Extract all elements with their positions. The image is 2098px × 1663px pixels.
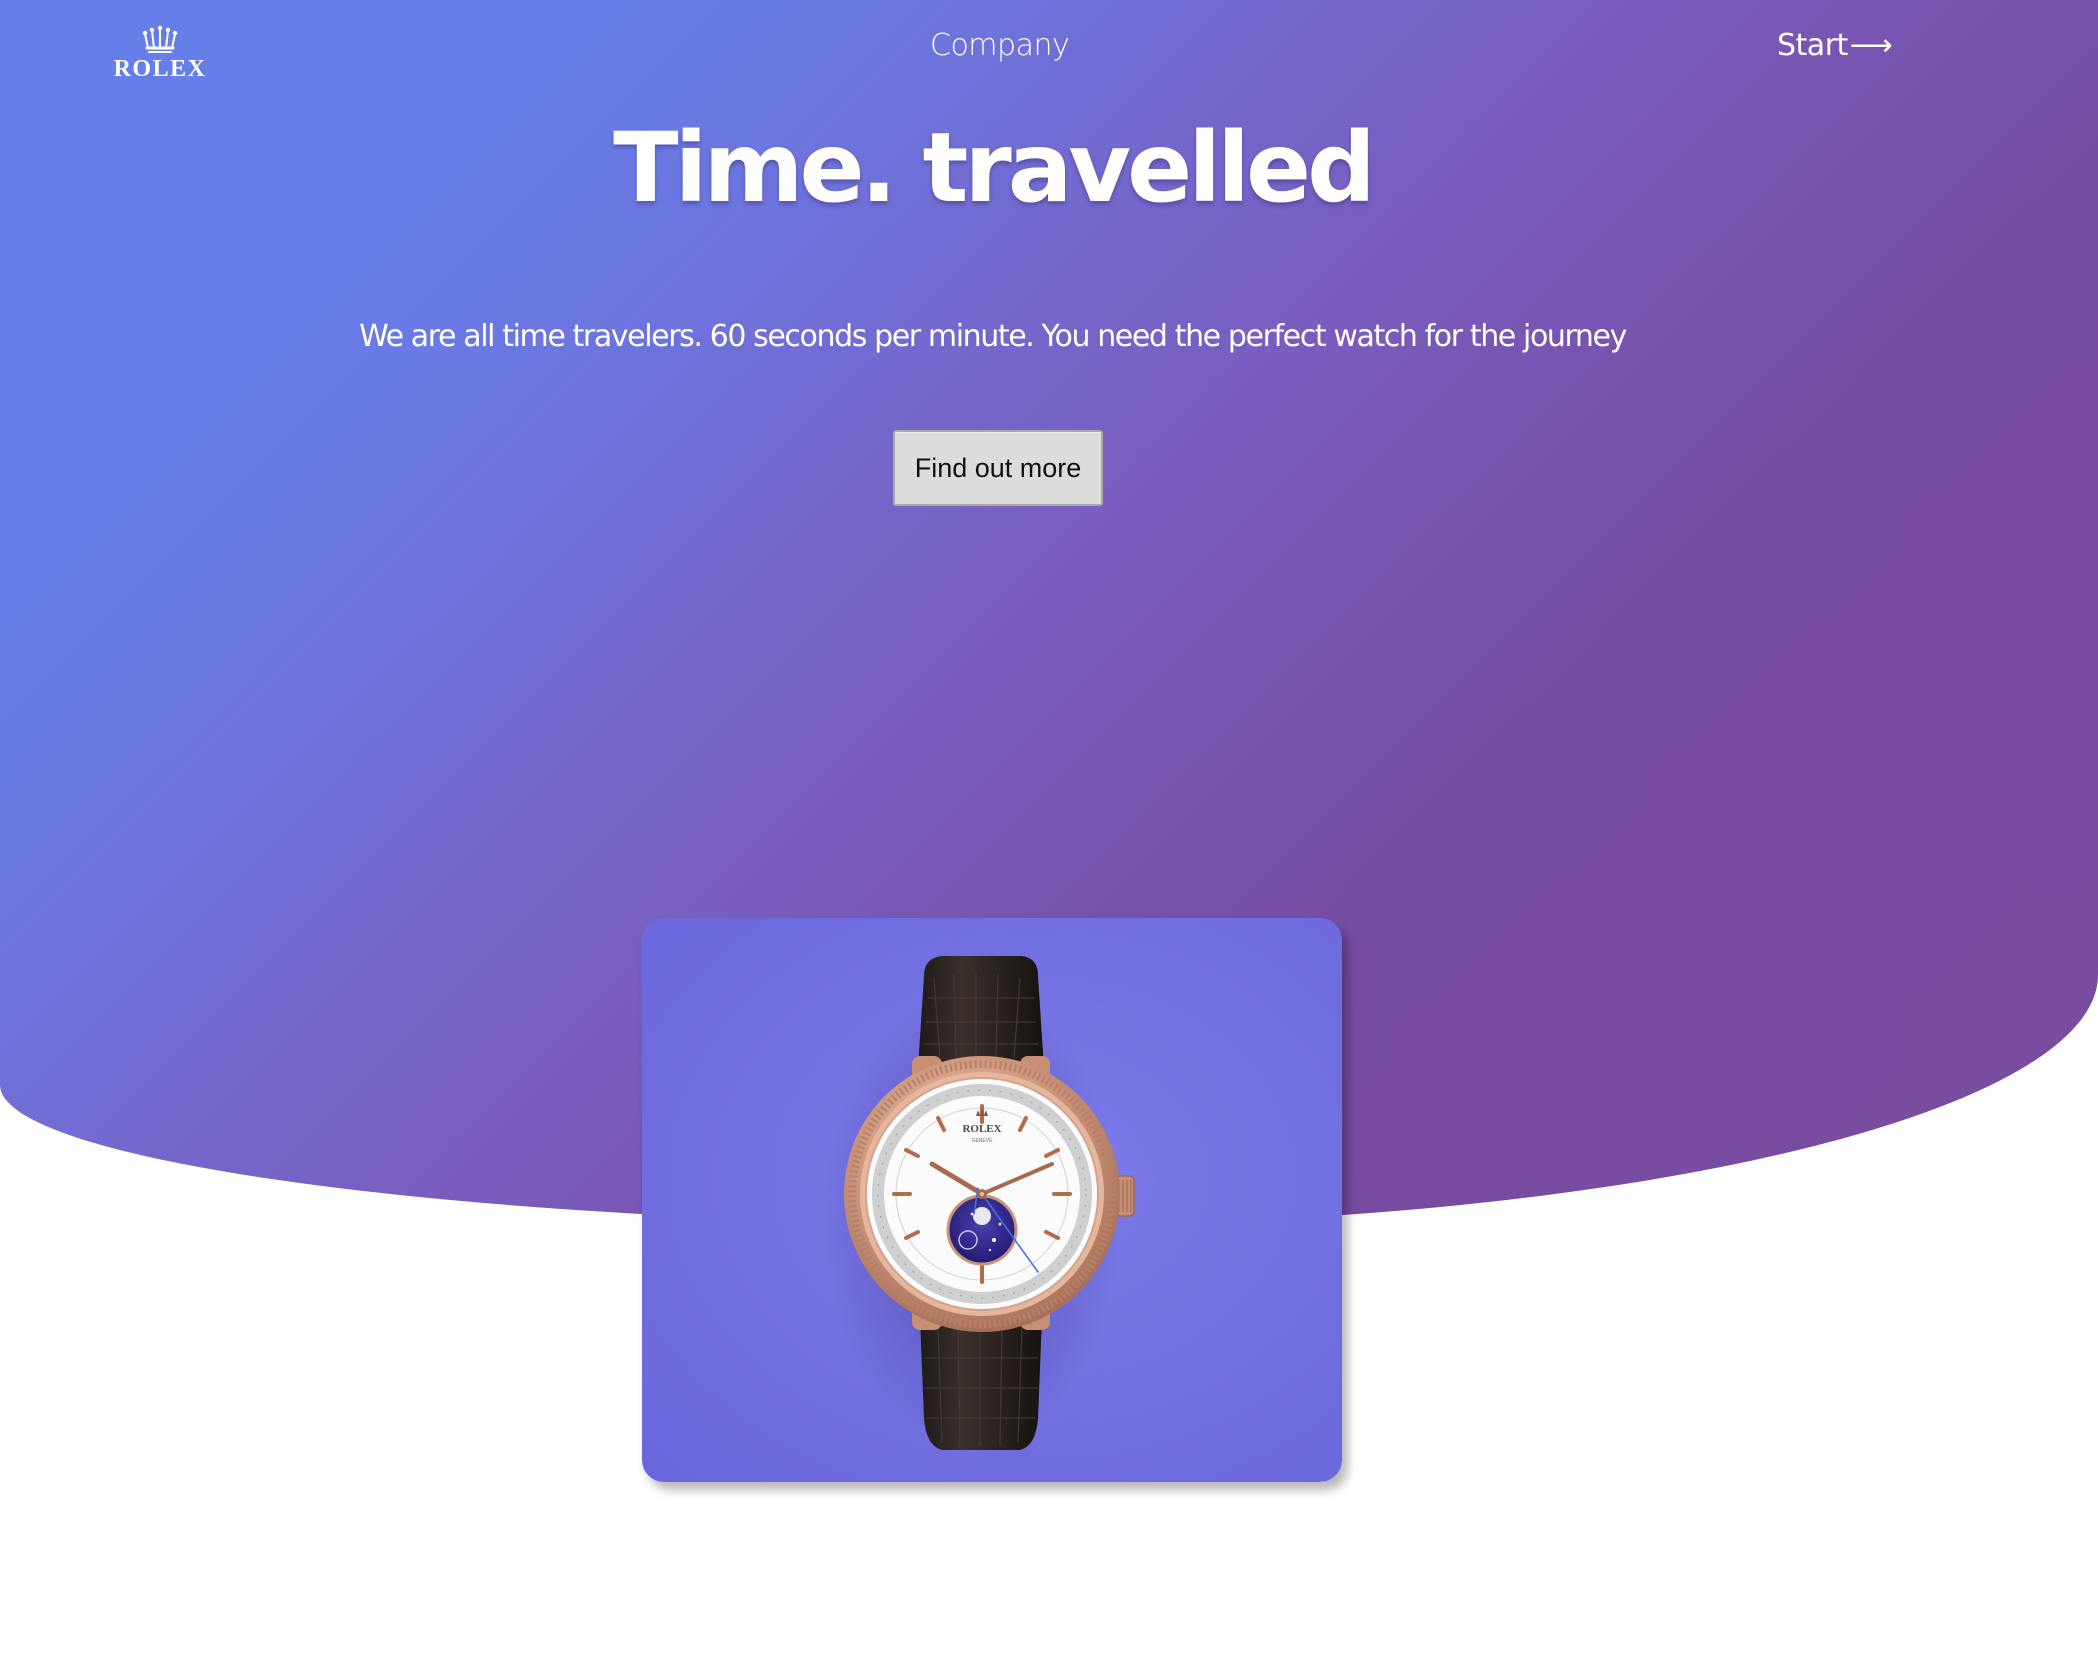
product-card: ROLEX GENEVE	[642, 918, 1342, 1482]
brand-logo[interactable]: ROLEX	[108, 24, 212, 86]
watch-image: ROLEX GENEVE	[822, 956, 1135, 1450]
landing-page: ROLEX Company Start⟶ Time. travelled We …	[0, 0, 2098, 1663]
nav-link-start[interactable]: Start⟶	[1777, 28, 1893, 63]
crown-icon	[142, 25, 178, 53]
brand-wordmark: ROLEX	[113, 56, 207, 82]
dial-brand-text: ROLEX	[962, 1123, 1001, 1135]
dial-subtext: GENEVE	[972, 1138, 994, 1144]
hero-title: Time. travelled	[613, 112, 1376, 224]
nav-link-company[interactable]: Company	[930, 28, 1070, 63]
hero-subtitle: We are all time travelers. 60 seconds pe…	[359, 319, 1627, 354]
arrow-right-icon: ⟶	[1849, 28, 1893, 63]
find-out-more-button[interactable]: Find out more	[893, 430, 1103, 506]
nav-start-label: Start	[1777, 28, 1848, 63]
